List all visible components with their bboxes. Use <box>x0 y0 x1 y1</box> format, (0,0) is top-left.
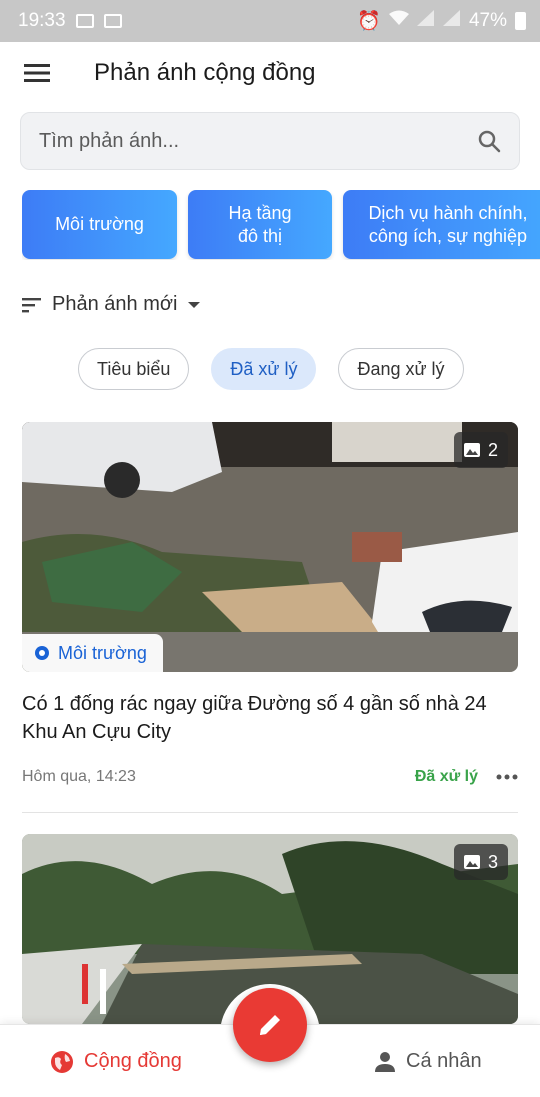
alarm-icon: ⏰ <box>357 11 381 32</box>
radio-dot-icon <box>35 646 49 660</box>
post-divider <box>22 812 518 813</box>
category-environment[interactable]: Môi trường <box>22 190 177 259</box>
filter-processed[interactable]: Đã xử lý <box>211 348 317 390</box>
nav-profile-label: Cá nhân <box>406 1050 482 1072</box>
post-title[interactable]: Có 1 đống rác ngay giữa Đường số 4 gần s… <box>22 690 518 746</box>
filter-featured[interactable]: Tiêu biểu <box>78 348 190 390</box>
category-tag: Môi trường <box>22 634 163 672</box>
more-options-icon[interactable] <box>496 774 518 780</box>
image-icon <box>463 855 480 869</box>
nav-community-label: Cộng đồng <box>84 1050 182 1072</box>
image-count-badge: 2 <box>453 432 508 468</box>
image-count: 2 <box>487 439 498 460</box>
page-title: Phản ánh cộng đồng <box>94 59 316 86</box>
category-label: Hạ tầng đô thị <box>228 202 292 246</box>
app-header: Phản ánh cộng đồng <box>0 42 540 104</box>
sort-label: Phản ánh mới <box>52 293 178 315</box>
mail-notification-icon <box>103 14 122 28</box>
category-list: Môi trường Hạ tầng đô thị Dịch vụ hành c… <box>22 190 540 260</box>
category-tag-label: Môi trường <box>58 642 147 663</box>
post-status: Đã xử lý <box>414 768 478 785</box>
category-label: Dịch vụ hành chính, công ích, sự nghiệp <box>368 202 528 246</box>
search-input[interactable] <box>39 129 477 153</box>
post-time: Hôm qua, 14:23 <box>22 768 136 785</box>
status-time: 19:33 <box>18 10 66 31</box>
category-public-services[interactable]: Dịch vụ hành chính, công ích, sự nghiệp <box>343 190 540 259</box>
person-icon <box>375 1051 395 1072</box>
status-bar: 19:33 ⏰ 47% <box>0 0 540 42</box>
search-bar <box>20 112 520 170</box>
nav-profile[interactable]: Cá nhân <box>374 1025 482 1097</box>
image-icon <box>463 443 480 457</box>
category-urban-infrastructure[interactable]: Hạ tầng đô thị <box>188 190 332 259</box>
caret-down-icon <box>188 301 201 308</box>
post-meta: Hôm qua, 14:23 Đã xử lý <box>22 768 518 786</box>
battery-icon <box>515 12 526 30</box>
signal-icon <box>416 10 435 32</box>
nav-community[interactable]: Cộng đồng <box>50 1025 182 1097</box>
image-count-badge: 3 <box>453 844 508 880</box>
signal-icon-2 <box>442 10 461 32</box>
menu-button[interactable] <box>0 42 74 104</box>
post-image[interactable]: 2 Môi trường <box>22 422 518 672</box>
category-label: Môi trường <box>55 214 144 234</box>
hamburger-icon <box>24 64 50 82</box>
gallery-notification-icon <box>75 14 94 28</box>
filter-processing[interactable]: Đang xử lý <box>338 348 464 390</box>
battery-level: 47% <box>468 10 507 31</box>
pencil-icon <box>260 1015 280 1035</box>
sort-dropdown[interactable]: Phản ánh mới <box>22 293 201 316</box>
sort-icon <box>22 297 41 312</box>
create-report-button[interactable] <box>233 988 307 1062</box>
filter-chips: Tiêu biểu Đã xử lý Đang xử lý <box>78 348 464 390</box>
wifi-icon <box>388 10 409 32</box>
image-count: 3 <box>487 851 498 872</box>
globe-icon <box>51 1050 73 1073</box>
search-icon[interactable] <box>477 129 501 153</box>
